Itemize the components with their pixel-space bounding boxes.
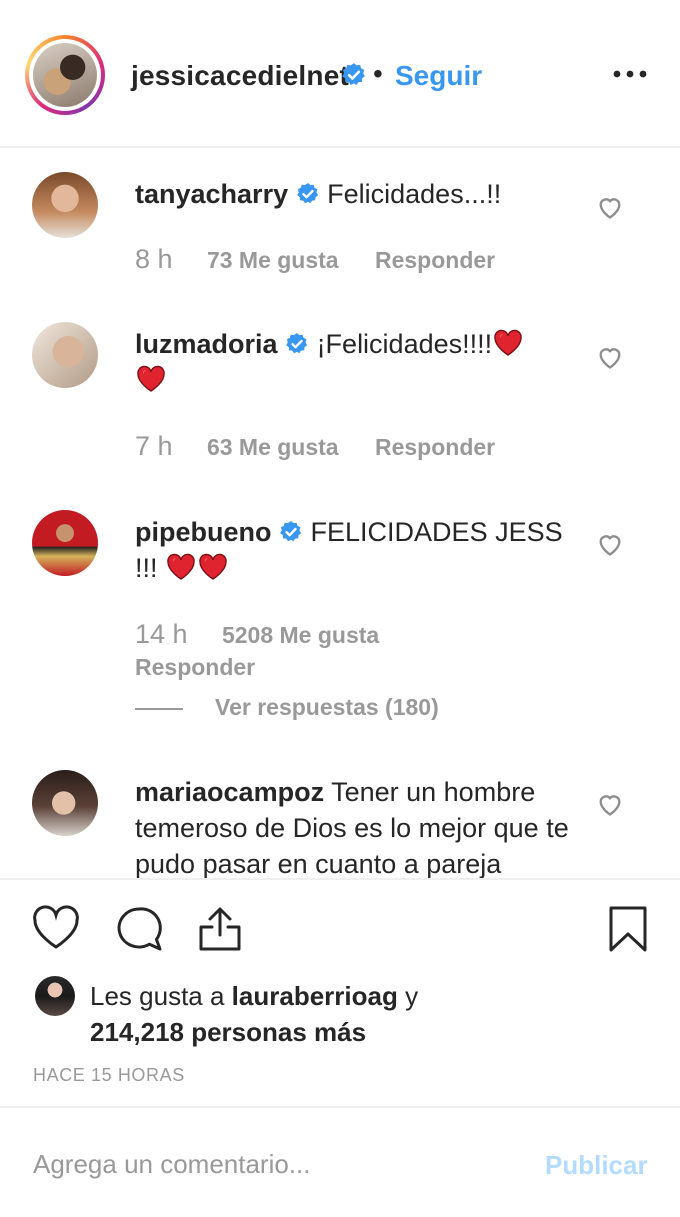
likes-prefix: Les gusta a (90, 981, 225, 1011)
comment-body-continued: !!! (135, 553, 158, 583)
reply-button[interactable]: Responder (375, 434, 495, 460)
comments-list[interactable]: tanyacharry Felicidades...!! 8 h 73 Me g… (0, 150, 680, 878)
comment-time[interactable]: 7 h (135, 431, 173, 461)
commenter-avatar[interactable] (32, 510, 98, 576)
view-replies-button[interactable]: Ver respuestas (180) (135, 694, 439, 721)
separator-dot: • (373, 58, 383, 89)
comment-text: mariaocampoz Tener un hombre temeroso de… (135, 774, 575, 878)
red-heart-emoji-icon (199, 553, 227, 580)
comment-likes[interactable]: 63 Me gusta (207, 434, 339, 460)
reply-button[interactable]: Responder (135, 654, 255, 680)
post-timestamp[interactable]: HACE 15 HORAS (33, 1065, 185, 1086)
red-heart-emoji-icon (137, 365, 165, 392)
comment-time[interactable]: 8 h (135, 244, 173, 274)
commenter-username[interactable]: pipebueno (135, 517, 272, 547)
likes-others-count[interactable]: 214,218 personas más (90, 1017, 366, 1047)
reply-button[interactable]: Responder (375, 247, 495, 273)
comment-meta: 7 h 63 Me gusta Responder (135, 431, 495, 462)
verified-badge-icon (296, 183, 318, 204)
comment-body: Felicidades...!! (327, 179, 502, 209)
author-avatar[interactable] (25, 35, 105, 115)
comment-likes[interactable]: 5208 Me gusta (222, 622, 379, 648)
author-avatar-image (33, 43, 97, 107)
comment-form: Publicar (0, 1110, 680, 1217)
author-username[interactable]: jessicacedielnet (131, 60, 349, 92)
comment-bubble-icon[interactable] (114, 904, 164, 954)
liker-avatar[interactable] (35, 976, 75, 1016)
heart-outline-icon[interactable] (596, 531, 624, 557)
likes-connector: y (405, 981, 419, 1011)
red-heart-emoji-icon (167, 553, 195, 580)
follow-button[interactable]: Seguir (395, 60, 482, 92)
heart-outline-icon[interactable] (596, 791, 624, 817)
comment-body: FELICIDADES JESS (310, 517, 563, 547)
publish-button[interactable]: Publicar (545, 1150, 648, 1181)
post-actions: Les gusta a lauraberrioag y 214,218 pers… (0, 878, 680, 1108)
heart-outline-icon[interactable] (596, 344, 624, 370)
comment-time[interactable]: 14 h (135, 619, 188, 649)
commenter-avatar[interactable] (32, 172, 98, 238)
commenter-username[interactable]: mariaocampoz (135, 777, 324, 807)
view-replies-label: Ver respuestas (180) (215, 694, 439, 720)
verified-badge-icon (342, 63, 365, 85)
likes-summary[interactable]: Les gusta a lauraberrioag y 214,218 pers… (90, 978, 650, 1050)
comment-likes[interactable]: 73 Me gusta (207, 247, 339, 273)
share-upload-icon[interactable] (195, 904, 245, 954)
more-dots-icon[interactable] (612, 60, 648, 88)
comment-meta: 14 h 5208 Me gusta Responder (135, 618, 585, 683)
save-bookmark-icon[interactable] (603, 904, 653, 954)
commenter-avatar[interactable] (32, 770, 98, 836)
comment-input[interactable] (33, 1144, 513, 1184)
comment-text: tanyacharry Felicidades...!! (135, 176, 565, 212)
commenter-avatar[interactable] (32, 322, 98, 388)
commenter-username[interactable]: luzmadoria (135, 329, 278, 359)
red-heart-emoji-icon (494, 329, 522, 356)
verified-badge-icon (286, 333, 308, 354)
comment-body: ¡Felicidades!!!! (316, 329, 493, 359)
commenter-username[interactable]: tanyacharry (135, 179, 288, 209)
verified-badge-icon (280, 521, 302, 542)
liker-username[interactable]: lauraberrioag (232, 981, 398, 1011)
view-replies-line (135, 707, 183, 710)
like-heart-icon[interactable] (31, 904, 81, 954)
comment-text: pipebueno FELICIDADES JESS !!! (135, 514, 565, 586)
heart-outline-icon[interactable] (596, 194, 624, 220)
comment-meta: 8 h 73 Me gusta Responder (135, 244, 495, 275)
post-header: jessicacedielnet • Seguir (0, 0, 680, 148)
comment-text: luzmadoria ¡Felicidades!!!! (135, 326, 565, 398)
